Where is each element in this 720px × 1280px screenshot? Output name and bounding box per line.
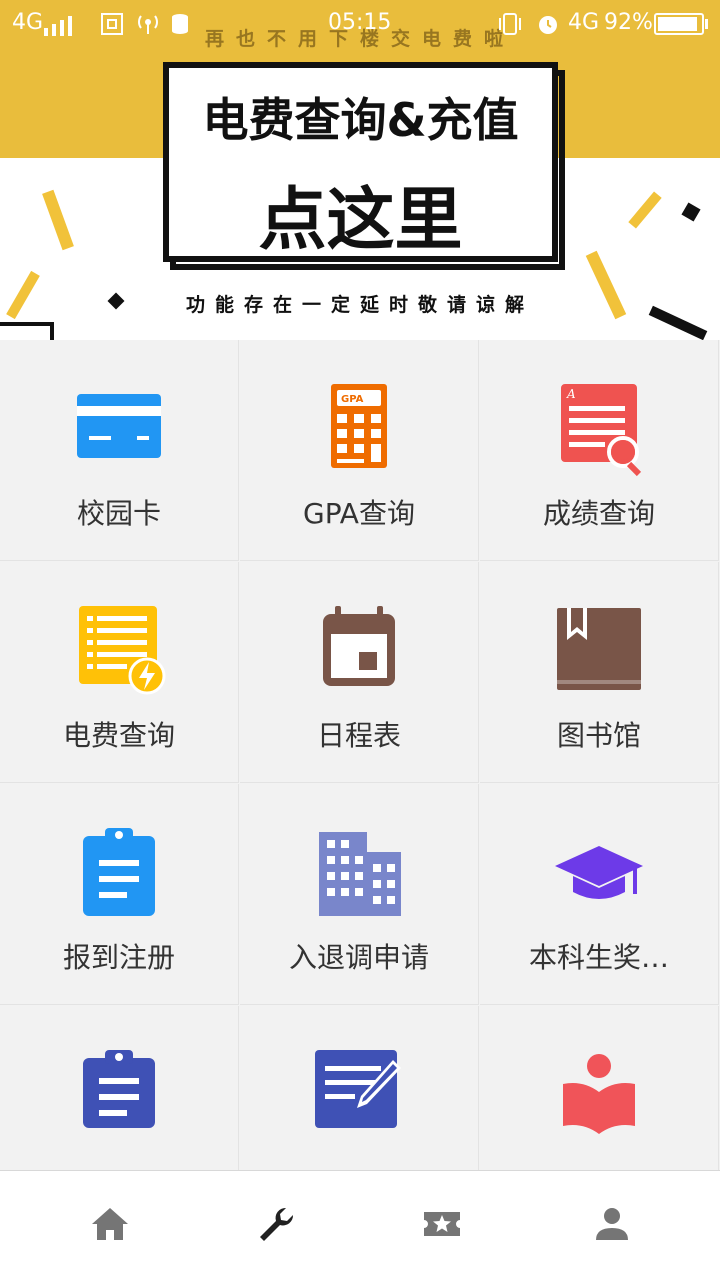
grid-item-label: 校园卡 — [76, 497, 161, 530]
banner-deco-frame — [0, 322, 54, 326]
network-type-right: 4G — [568, 10, 600, 35]
bottom-navigation — [0, 1170, 720, 1280]
grid-item-undergrad-scholarship[interactable]: 本科生奖… — [480, 784, 719, 1005]
electricity-bill-icon — [79, 606, 166, 695]
nav-tools[interactable] — [186, 1171, 366, 1280]
vibrate-icon — [499, 13, 521, 35]
banner-deco-square — [681, 202, 701, 222]
calculator-screen-text: GPA — [341, 394, 364, 405]
banner-title: 电费查询&充值 — [202, 93, 519, 147]
clock: 05:15 — [328, 10, 392, 35]
banner-deco-stroke — [42, 189, 74, 251]
feature-grid: 校园卡 GPA GPA查询 A 成绩查询 电费查询 日程表 图书馆 报到注册 入… — [0, 340, 720, 1227]
grid-item-label: 图书馆 — [556, 719, 641, 752]
banner-box: 电费查询&充值 点这里 — [163, 62, 558, 262]
storage-icon — [172, 14, 188, 34]
grid-item-label: 入退调申请 — [288, 941, 429, 974]
grade-search-icon: A — [561, 384, 642, 477]
grid-item-label: GPA查询 — [303, 497, 415, 530]
grid-item-registration[interactable]: 报到注册 — [0, 784, 239, 1005]
calculator-icon: GPA — [331, 384, 387, 468]
banner-deco-stroke — [628, 191, 662, 229]
grid-item-electricity[interactable]: 电费查询 — [0, 562, 239, 783]
battery-percent: 92% — [604, 10, 653, 35]
grid-item-library[interactable]: 图书馆 — [480, 562, 719, 783]
graduation-cap-icon — [555, 846, 643, 899]
grid-item-label: 本科生奖… — [528, 941, 669, 974]
reading-icon — [563, 1054, 635, 1134]
network-type-left: 4G — [12, 10, 44, 35]
card-icon — [77, 394, 161, 458]
grid-item-label: 报到注册 — [62, 941, 175, 974]
battery-icon — [654, 13, 704, 35]
status-bar: 4G 05:15 4G 92% — [0, 0, 720, 48]
grid-item-label: 日程表 — [316, 719, 401, 752]
grid-item-label: 成绩查询 — [542, 497, 655, 530]
wrench-icon — [260, 1207, 294, 1241]
nav-tickets[interactable] — [352, 1171, 532, 1280]
grid-item-dorm-application[interactable]: 入退调申请 — [240, 784, 479, 1005]
electricity-banner[interactable]: 再也不用下楼交电费啦 电费查询&充值 点这里 功能存在一定延时敬请谅解 — [0, 0, 720, 340]
alarm-icon — [539, 16, 557, 34]
grid-item-label: 电费查询 — [62, 719, 175, 752]
banner-deco-frame — [50, 322, 54, 340]
grid-item-gpa[interactable]: GPA GPA查询 — [240, 340, 479, 561]
grid-item-grades[interactable]: A 成绩查询 — [480, 340, 719, 561]
clipboard-icon — [83, 828, 155, 916]
person-icon — [596, 1208, 628, 1240]
clipboard-icon — [83, 1050, 155, 1128]
battery-level — [658, 17, 697, 31]
ticket-star-icon — [424, 1212, 460, 1236]
grid-item-campus-card[interactable]: 校园卡 — [0, 340, 239, 561]
nav-profile[interactable] — [522, 1171, 702, 1280]
calendar-icon — [323, 606, 395, 686]
screenshot-icon — [101, 13, 123, 35]
grade-letter: A — [566, 387, 576, 401]
banner-cta: 点这里 — [258, 181, 463, 260]
battery-cap — [705, 19, 708, 29]
nav-home[interactable] — [20, 1171, 200, 1280]
building-icon — [319, 832, 401, 916]
hotspot-icon — [138, 15, 158, 34]
signal-icon — [44, 16, 72, 36]
app-root: 再也不用下楼交电费啦 电费查询&充值 点这里 功能存在一定延时敬请谅解 4G 0… — [0, 0, 720, 1280]
edit-note-icon — [315, 1050, 401, 1128]
banner-bottom-text: 功能存在一定延时敬请谅解 — [185, 294, 534, 316]
grid-item-schedule[interactable]: 日程表 — [240, 562, 479, 783]
book-icon — [557, 608, 641, 690]
home-icon — [92, 1208, 128, 1240]
